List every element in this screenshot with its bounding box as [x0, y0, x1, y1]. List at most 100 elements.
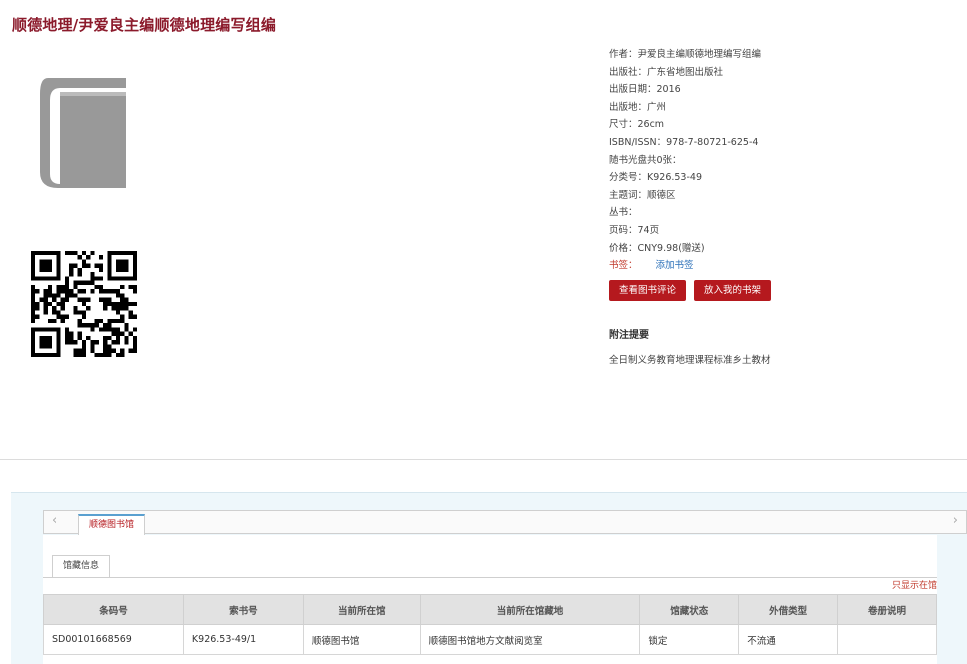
qr-module [60, 297, 65, 302]
qr-module [132, 348, 137, 353]
qr-module [56, 340, 61, 345]
qr-module [69, 335, 74, 341]
qr-module [86, 323, 91, 328]
cell-current-library: 顺德图书馆 [302, 624, 421, 655]
qr-module [124, 301, 129, 307]
only-show-available-link[interactable]: 只显示在馆 [892, 578, 937, 591]
add-tag-link[interactable]: 添加书签 [656, 260, 694, 271]
qr-module [47, 267, 53, 273]
qr-module [81, 310, 87, 315]
qr-module [77, 348, 82, 353]
col-volume-note: 卷册说明 [837, 594, 937, 625]
qr-module [90, 327, 95, 332]
qr-module [115, 289, 121, 294]
view-reviews-button[interactable]: 查看图书评论 [609, 280, 687, 301]
col-status: 馆藏状态 [639, 594, 740, 625]
qr-module [81, 340, 87, 345]
qr-module [132, 314, 137, 319]
qr-module [120, 352, 125, 357]
qr-module [111, 301, 116, 307]
qr-module [120, 276, 125, 281]
qr-module [94, 318, 99, 324]
qr-module [43, 293, 48, 298]
qr-module [73, 280, 78, 285]
qr-module [115, 276, 121, 281]
qr-module [124, 297, 129, 302]
qr-module [52, 306, 57, 311]
qr-module [56, 314, 61, 319]
qr-module [120, 267, 125, 273]
chevron-left-icon[interactable]: ‹ [52, 513, 57, 528]
qr-module [52, 318, 57, 324]
qr-module [115, 293, 121, 298]
qr-module [39, 297, 44, 302]
qr-module [47, 293, 53, 298]
qr-module [35, 276, 40, 281]
qr-module [60, 318, 65, 324]
col-call-number: 索书号 [182, 594, 304, 625]
qr-module [47, 327, 53, 332]
holdings-table: 条码号 索书号 当前所在馆 当前所在馆藏地 馆藏状态 外借类型 卷册说明 SD0… [43, 594, 937, 655]
detail-disc: 随书光盘共0张： [609, 154, 682, 166]
qr-module [132, 340, 137, 345]
holdings-panel: 馆藏信息 只显示在馆 条码号 索书号 当前所在馆 当前所在馆藏地 馆藏状态 外借… [43, 535, 937, 664]
qr-module [103, 352, 108, 357]
qr-module [132, 255, 137, 260]
qr-module [120, 348, 125, 353]
qr-module [81, 344, 87, 349]
qr-module [31, 348, 36, 353]
qr-module [73, 352, 78, 357]
qr-module [107, 272, 112, 277]
qr-module [120, 251, 125, 256]
qr-module [77, 331, 82, 336]
qr-module [98, 263, 104, 268]
qr-module [43, 310, 48, 315]
qr-module [69, 289, 74, 294]
qr-module [47, 301, 53, 307]
qr-module [64, 276, 70, 281]
add-to-shelf-button[interactable]: 放入我的书架 [694, 280, 772, 301]
qr-module [31, 297, 36, 302]
section-divider [0, 459, 967, 460]
qr-module [103, 335, 108, 341]
qr-module [52, 293, 57, 298]
qr-module [132, 327, 137, 332]
qr-module [115, 263, 121, 268]
qr-module [77, 280, 82, 285]
qr-module [94, 276, 99, 281]
qr-module [124, 306, 129, 311]
qr-module [111, 306, 116, 311]
qr-module [103, 344, 108, 349]
qr-module [35, 289, 40, 294]
qr-module [132, 259, 137, 264]
qr-module [31, 318, 36, 324]
chevron-right-icon[interactable]: › [953, 513, 958, 528]
qr-module [103, 348, 108, 353]
tab-holdings-info[interactable]: 馆藏信息 [52, 555, 111, 577]
qr-module [111, 289, 116, 294]
qr-module [115, 301, 121, 307]
qr-code-icon [31, 251, 137, 357]
qr-module [107, 352, 112, 357]
qr-module [43, 344, 48, 349]
qr-module [69, 331, 74, 336]
tag-label: 书签： [609, 260, 638, 272]
qr-module [86, 335, 91, 341]
qr-module [56, 348, 61, 353]
tab-library[interactable]: 顺德图书馆 [78, 514, 146, 535]
cell-current-location: 顺德图书馆地方文献阅览室 [419, 624, 641, 655]
col-current-location: 当前所在馆藏地 [419, 594, 641, 625]
qr-module [107, 301, 112, 307]
qr-module [120, 293, 125, 298]
qr-module [132, 335, 137, 341]
qr-module [77, 267, 82, 273]
qr-module [31, 284, 36, 290]
qr-module [124, 251, 129, 256]
qr-module [120, 331, 125, 336]
qr-module [128, 276, 133, 281]
qr-module [94, 284, 99, 290]
qr-module [111, 318, 116, 324]
qr-module [56, 293, 61, 298]
qr-module [98, 267, 104, 273]
qr-module [132, 251, 137, 256]
